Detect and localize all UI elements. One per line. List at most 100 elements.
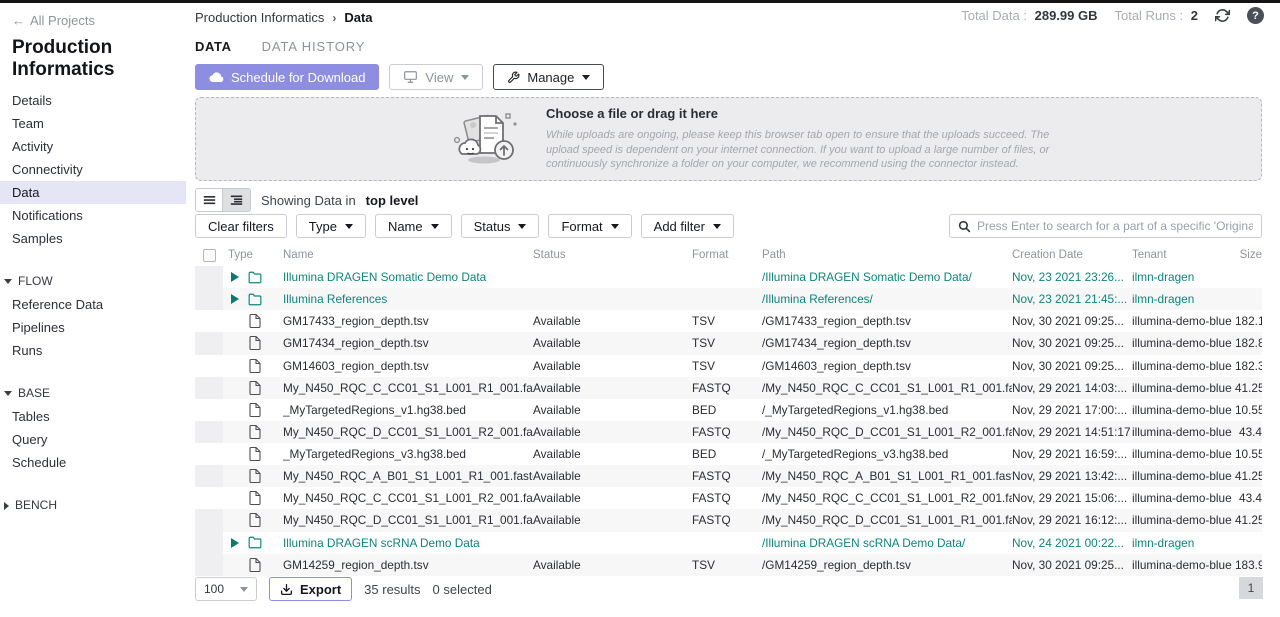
sidebar-item-data[interactable]: Data (0, 181, 186, 204)
folder-icon (248, 271, 262, 284)
tab-bar: DATA DATA HISTORY (195, 39, 365, 54)
sidebar-item-tables[interactable]: Tables (0, 405, 186, 428)
expand-row-button[interactable] (227, 272, 243, 282)
table-row[interactable]: My_N450_RQC_D_CC01_S1_L001_R1_001.fastq.… (195, 509, 1262, 531)
top-window-edge (0, 0, 1280, 3)
sidebar-item-team[interactable]: Team (0, 112, 186, 135)
search-input[interactable] (977, 219, 1253, 233)
expand-row-button[interactable] (227, 538, 243, 548)
sidebar-item-pipelines[interactable]: Pipelines (0, 316, 186, 339)
filter-dropdown-type[interactable]: Type (296, 214, 366, 238)
column-header-type[interactable]: Type (223, 249, 283, 261)
row-tenant: illumina-demo-blue (1132, 336, 1235, 350)
sidebar-item-details[interactable]: Details (0, 89, 186, 112)
select-all-checkbox[interactable] (203, 249, 216, 262)
export-button[interactable]: Export (269, 577, 352, 601)
row-status: Available (533, 558, 692, 572)
row-type-cell (223, 491, 283, 505)
table-row[interactable]: My_N450_RQC_C_CC01_S1_L001_R1_001.fastq.… (195, 377, 1262, 399)
column-header-tenant[interactable]: Tenant (1132, 249, 1235, 261)
manage-button-label: Manage (527, 70, 574, 85)
data-name-text: My_N450_RQC_D_CC01_S1_L001_R1_001.fastq.… (283, 513, 533, 527)
row-type-cell (223, 314, 283, 328)
refresh-button[interactable] (1215, 8, 1230, 23)
chevron-down-icon (518, 224, 526, 229)
table-row[interactable]: GM17434_region_depth.tsvAvailableTSV/GM1… (195, 332, 1262, 354)
row-tenant: illumina-demo-blue (1132, 425, 1235, 439)
file-icon (249, 513, 261, 527)
column-header-name[interactable]: Name (283, 249, 533, 261)
sidebar-item-connectivity[interactable]: Connectivity (0, 158, 186, 181)
tree-list-view-button[interactable] (223, 189, 250, 211)
cloud-download-icon (209, 71, 224, 83)
filter-dropdown-status[interactable]: Status (461, 214, 540, 238)
table-row[interactable]: My_N450_RQC_A_B01_S1_L001_R1_001.fastq.g… (195, 465, 1262, 487)
filter-dropdown-add-filter[interactable]: Add filter (641, 214, 734, 238)
file-icon (249, 447, 261, 461)
sidebar-item-schedule[interactable]: Schedule (0, 451, 186, 474)
page-number-button[interactable]: 1 (1239, 577, 1263, 599)
row-select-cell (195, 332, 223, 354)
selected-count: 0 selected (433, 582, 492, 597)
table-row[interactable]: GM17433_region_depth.tsvAvailableTSV/GM1… (195, 310, 1262, 332)
table-row[interactable]: GM14259_region_depth.tsvAvailableTSV/GM1… (195, 554, 1262, 576)
row-path: /My_N450_RQC_C_CC01_S1_L001_R2_001.fastq… (762, 491, 1012, 505)
row-tenant: illumina-demo-blue (1132, 558, 1235, 572)
sidebar-item-samples[interactable]: Samples (0, 227, 186, 250)
column-header-status[interactable]: Status (533, 249, 692, 261)
sidebar-item-reference-data[interactable]: Reference Data (0, 293, 186, 316)
page-size-select[interactable]: 100 (195, 577, 257, 601)
data-name-link[interactable]: Illumina References (283, 292, 533, 306)
sidebar-nav: DetailsTeamActivityConnectivityDataNotif… (0, 89, 186, 250)
breadcrumb-project-link[interactable]: Production Informatics (195, 10, 324, 25)
view-button[interactable]: View (389, 64, 483, 90)
help-button[interactable]: ? (1247, 7, 1264, 24)
file-icon (249, 336, 261, 350)
expand-row-button[interactable] (227, 294, 243, 304)
table-row[interactable]: Illumina DRAGEN Somatic Demo Data/Illumi… (195, 266, 1262, 288)
data-name-link[interactable]: Illumina DRAGEN scRNA Demo Data (283, 536, 533, 550)
file-icon (245, 381, 265, 395)
row-format: FASTQ (692, 491, 762, 505)
filter-dropdown-name[interactable]: Name (375, 214, 452, 238)
clear-filters-button[interactable]: Clear filters (195, 214, 287, 238)
file-dropzone[interactable]: Choose a file or drag it here While uplo… (195, 97, 1262, 181)
column-header-format[interactable]: Format (692, 249, 762, 261)
row-status: Available (533, 491, 692, 505)
data-name-text: My_N450_RQC_C_CC01_S1_L001_R1_001.fastq.… (283, 381, 533, 395)
row-select-cell (195, 399, 223, 421)
sidebar-section-header-bench[interactable]: BENCH (0, 494, 186, 517)
sidebar-item-notifications[interactable]: Notifications (0, 204, 186, 227)
column-header-creation-date[interactable]: Creation Date (1012, 249, 1132, 261)
row-path: /Illumina DRAGEN Somatic Demo Data/ (762, 270, 1012, 284)
sidebar-item-runs[interactable]: Runs (0, 339, 186, 362)
list-controls: Showing Data in top level (195, 188, 418, 212)
back-to-all-projects-link[interactable]: ← All Projects (12, 13, 174, 28)
schedule-for-download-button[interactable]: Schedule for Download (195, 64, 379, 90)
table-row[interactable]: _MyTargetedRegions_v3.hg38.bedAvailableB… (195, 443, 1262, 465)
sidebar-item-activity[interactable]: Activity (0, 135, 186, 158)
table-row[interactable]: Illumina References/Illumina References/… (195, 288, 1262, 310)
filter-dropdown-format[interactable]: Format (548, 214, 631, 238)
export-button-label: Export (300, 582, 341, 597)
row-format: BED (692, 447, 762, 461)
row-tenant: illumina-demo-blue (1132, 359, 1235, 373)
table-row[interactable]: _MyTargetedRegions_v1.hg38.bedAvailableB… (195, 399, 1262, 421)
row-creation-date: Nov, 29 2021 17:00:... (1012, 403, 1132, 417)
sidebar-section-header-base[interactable]: BASE (0, 382, 186, 405)
table-row[interactable]: GM14603_region_depth.tsvAvailableTSV/GM1… (195, 355, 1262, 377)
data-name-link[interactable]: Illumina DRAGEN Somatic Demo Data (283, 270, 533, 284)
table-row[interactable]: My_N450_RQC_C_CC01_S1_L001_R2_001.fastq.… (195, 487, 1262, 509)
tab-data[interactable]: DATA (195, 39, 232, 54)
row-select-cell (195, 266, 223, 288)
flat-list-view-button[interactable] (196, 189, 223, 211)
manage-button[interactable]: Manage (493, 64, 604, 90)
row-type-cell (223, 536, 283, 549)
column-header-path[interactable]: Path (762, 249, 1012, 261)
sidebar-item-query[interactable]: Query (0, 428, 186, 451)
tab-data-history[interactable]: DATA HISTORY (262, 39, 366, 54)
table-row[interactable]: Illumina DRAGEN scRNA Demo Data/Illumina… (195, 532, 1262, 554)
column-header-size[interactable]: Size (1235, 249, 1262, 261)
sidebar-section-header-flow[interactable]: FLOW (0, 270, 186, 293)
table-row[interactable]: My_N450_RQC_D_CC01_S1_L001_R2_001.fastq.… (195, 421, 1262, 443)
